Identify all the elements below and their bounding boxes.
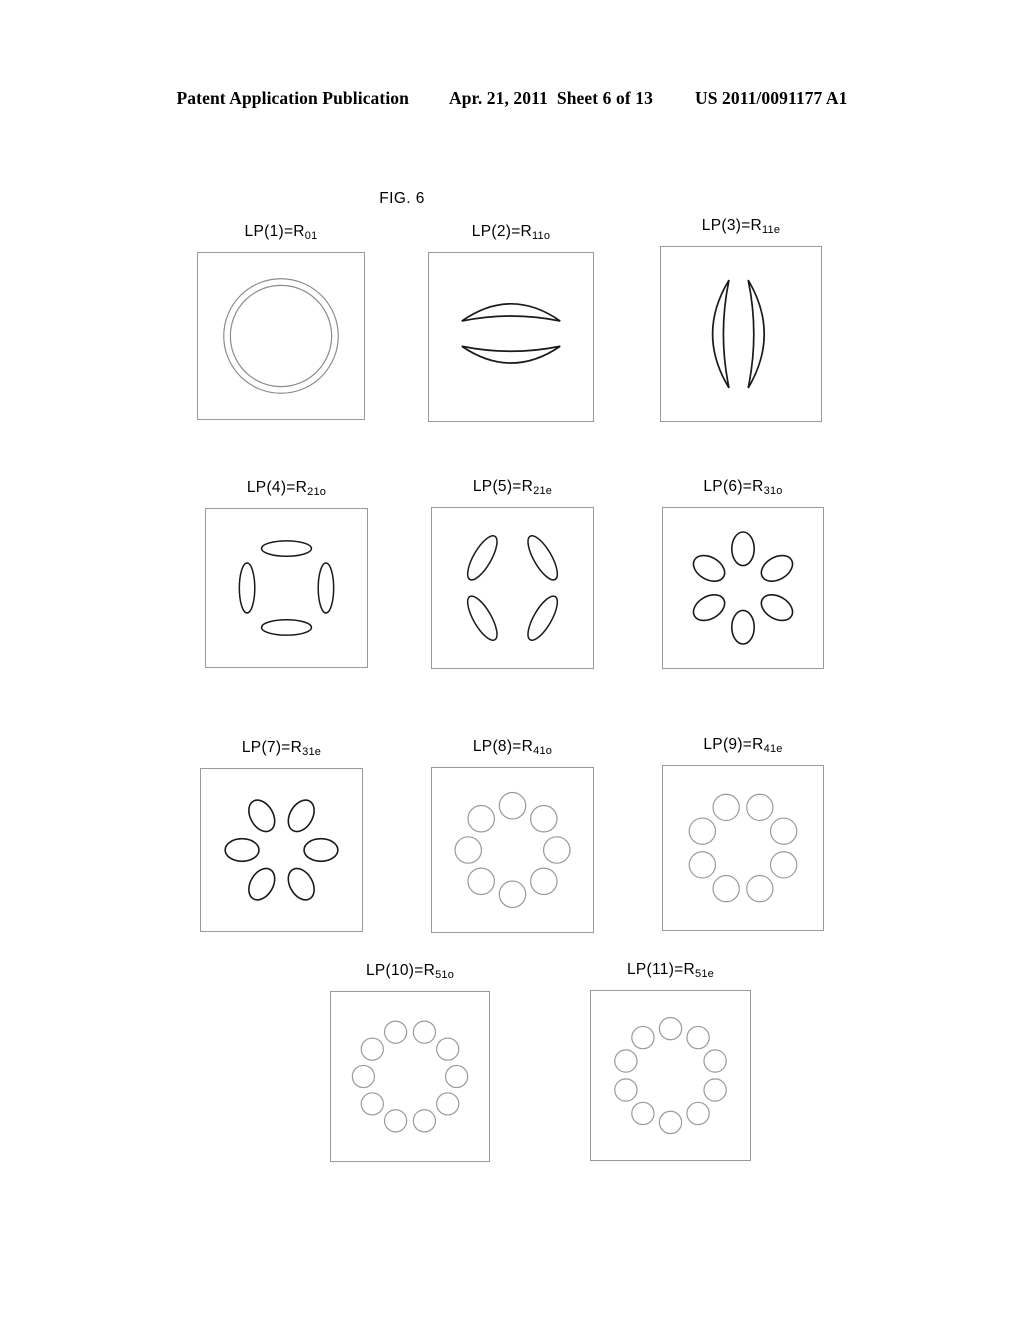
panel-label-subscript: 51o — [435, 969, 455, 981]
figure-panel-lp3: LP(3)=R11e — [640, 218, 842, 422]
panel-pattern-lp5 — [432, 508, 593, 668]
panel-label-main: LP(8)=R — [472, 738, 534, 755]
panel-label-main: LP(10)=R — [365, 962, 436, 979]
panel-box-lp2 — [428, 252, 594, 422]
panel-label-subscript: 31o — [763, 485, 783, 497]
panel-label-lp6: LP(6)=R31o — [642, 478, 844, 497]
panel-label-main: LP(11)=R — [627, 961, 696, 978]
panel-label-subscript: 41o — [533, 745, 553, 757]
panel-label-main: LP(9)=R — [703, 736, 764, 753]
panel-box-lp1 — [197, 252, 365, 420]
panel-label-main: LP(3)=R — [701, 217, 763, 234]
panel-label-main: LP(4)=R — [246, 479, 308, 496]
panel-pattern-lp8 — [432, 768, 593, 932]
figure-title: FIG. 6 — [0, 190, 1024, 208]
panel-box-lp3 — [660, 246, 822, 422]
panel-label-subscript: 11e — [762, 224, 781, 236]
panel-label-main: LP(5)=R — [472, 478, 534, 495]
panel-box-lp5 — [431, 507, 594, 669]
figure-panel-lp8: LP(8)=R41o — [411, 739, 614, 933]
panel-box-lp4 — [205, 508, 368, 668]
panel-label-lp7: LP(7)=R31e — [180, 739, 383, 758]
panel-label-lp3: LP(3)=R11e — [640, 217, 842, 236]
panel-pattern-lp11 — [591, 991, 750, 1160]
panel-pattern-lp6 — [663, 508, 823, 668]
panel-pattern-lp9 — [663, 766, 823, 930]
figure-panel-lp7: LP(7)=R31e — [180, 740, 383, 932]
panel-pattern-lp3 — [661, 247, 821, 421]
figure-panel-lp1: LP(1)=R01 — [177, 224, 385, 420]
figure-panel-lp10: LP(10)=R51o — [310, 963, 510, 1162]
panel-label-subscript: 41e — [763, 743, 783, 755]
header-sheet: Sheet 6 of 13 — [556, 88, 653, 108]
panel-box-lp11 — [590, 990, 751, 1161]
figure-panel-lp11: LP(11)=R51e — [570, 962, 771, 1161]
panel-box-lp6 — [662, 507, 824, 669]
figure-panel-lp5: LP(5)=R21e — [411, 479, 614, 669]
panel-label-subscript: 01 — [304, 230, 318, 242]
panel-label-lp8: LP(8)=R41o — [411, 738, 614, 757]
figure-panel-lp2: LP(2)=R11o — [408, 224, 614, 422]
panel-label-subscript: 51e — [695, 968, 714, 980]
panel-pattern-lp1 — [198, 253, 364, 419]
panel-label-lp4: LP(4)=R21o — [185, 479, 388, 498]
panel-label-lp11: LP(11)=R51e — [570, 961, 771, 980]
page-header: Patent Application Publication Apr. 21, … — [0, 88, 1024, 109]
panel-box-lp7 — [200, 768, 363, 932]
figure-title-text: FIG. 6 — [379, 190, 425, 207]
figure-panel-lp4: LP(4)=R21o — [185, 480, 388, 668]
panel-pattern-lp2 — [429, 253, 593, 421]
panel-label-main: LP(6)=R — [703, 478, 764, 495]
panel-label-lp5: LP(5)=R21e — [411, 478, 614, 497]
figure-panel-lp9: LP(9)=R41e — [642, 737, 844, 931]
header-date: Apr. 21, 2011 — [448, 88, 548, 108]
header-patent-number: US 2011/0091177 A1 — [694, 88, 848, 108]
panel-label-subscript: 11o — [532, 230, 551, 242]
panel-pattern-lp4 — [206, 509, 367, 667]
header-publication: Patent Application Publication — [176, 88, 409, 108]
panel-box-lp10 — [330, 991, 490, 1162]
figure-panel-lp6: LP(6)=R31o — [642, 479, 844, 669]
panel-label-lp9: LP(9)=R41e — [642, 736, 844, 755]
panel-pattern-lp7 — [201, 769, 362, 931]
panel-pattern-lp10 — [331, 992, 489, 1161]
panel-label-main: LP(7)=R — [241, 739, 303, 756]
panel-label-main: LP(2)=R — [471, 223, 533, 240]
panel-label-lp2: LP(2)=R11o — [408, 223, 614, 242]
panel-label-main: LP(1)=R — [244, 223, 305, 240]
panel-box-lp9 — [662, 765, 824, 931]
panel-label-lp10: LP(10)=R51o — [310, 962, 510, 981]
panel-box-lp8 — [431, 767, 594, 933]
panel-label-subscript: 31e — [302, 746, 322, 758]
panel-label-lp1: LP(1)=R01 — [177, 223, 385, 242]
panel-label-subscript: 21e — [533, 485, 553, 497]
panel-label-subscript: 21o — [307, 486, 327, 498]
